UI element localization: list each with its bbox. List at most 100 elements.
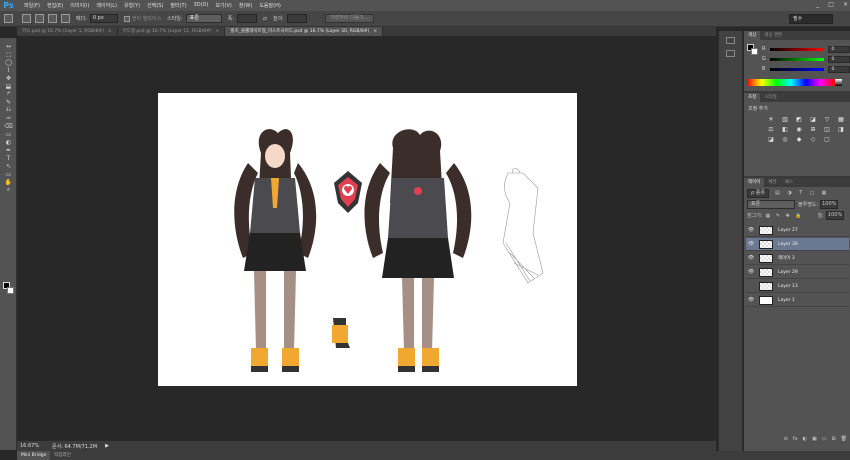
layer-filter-select[interactable]: ρ 종류 [747, 188, 769, 198]
menu-item-2[interactable]: 이미지(I) [70, 2, 89, 9]
zoom-level[interactable]: 16.67% [20, 443, 48, 449]
tool-icon-0[interactable]: ↔ [0, 42, 17, 50]
tool-icon-14[interactable]: T [0, 154, 17, 162]
height-input[interactable] [286, 14, 307, 23]
visibility-eye-icon[interactable]: 👁 [746, 255, 756, 261]
layers-footer-icon-5[interactable]: ⊞ [831, 436, 835, 445]
channel-value-input[interactable]: 0 [828, 65, 850, 73]
layers-footer-icon-2[interactable]: ◐ [803, 436, 807, 445]
adjustment-icon-12[interactable]: ◪ [765, 135, 777, 144]
layer-row[interactable]: 👁 Layer 30 [746, 238, 849, 251]
adjustment-icon-5[interactable]: ▦ [835, 115, 847, 124]
color-spectrum[interactable] [747, 79, 835, 86]
layer-row[interactable]: 👁 Layer 29 [746, 266, 849, 279]
adjust-tab-1[interactable]: 스타일 [760, 93, 780, 102]
layers-tab-1[interactable]: 채널 [764, 178, 780, 187]
tool-icon-4[interactable]: ✥ [0, 74, 17, 82]
menu-item-6[interactable]: 필터(T) [170, 2, 186, 9]
visibility-eye-icon[interactable]: 👁 [746, 227, 756, 233]
layer-row[interactable]: Layer 13 [746, 280, 849, 293]
intersect-selection-icon[interactable] [61, 14, 70, 23]
adjustment-icon-11[interactable]: ◨ [835, 125, 847, 134]
feather-input[interactable]: 0 px [89, 14, 118, 23]
tool-icon-12[interactable]: ◐ [0, 138, 17, 146]
refine-edge-button[interactable]: 가장자리 다듬기... [324, 14, 374, 23]
document-tab-0[interactable]: 카오.psd @ 16.7% (Layer 1, RGB/8#) × [17, 27, 118, 36]
document-tab-2[interactable]: 빌즈_클롤레이트형_미스트사이드.psd @ 16.7% (Layer 30, … [225, 27, 384, 36]
tool-icon-11[interactable]: ▭ [0, 130, 17, 138]
layer-row[interactable]: 👁 레이어 3 [746, 252, 849, 265]
menu-item-1[interactable]: 편집(E) [47, 2, 63, 9]
layer-name[interactable]: Layer 30 [778, 242, 798, 247]
document-canvas[interactable] [158, 93, 577, 386]
opacity-input[interactable]: 100% [820, 200, 839, 209]
tab-close-icon[interactable]: × [373, 27, 377, 36]
blend-mode-select[interactable]: 표준 [747, 200, 795, 209]
marquee-tool-preset-icon[interactable] [4, 14, 13, 23]
adjustment-icon-2[interactable]: ◩ [793, 115, 805, 124]
tool-icon-7[interactable]: ✎ [0, 98, 17, 106]
tool-icon-18[interactable]: ⌕ [0, 186, 17, 194]
tool-icon-15[interactable]: ↖ [0, 162, 17, 170]
properties-icon[interactable] [726, 50, 735, 57]
layers-footer-icon-0[interactable]: ⊝ [784, 436, 788, 445]
adjustment-icon-7[interactable]: ◧ [779, 125, 791, 134]
spectrum-bw[interactable] [835, 79, 842, 86]
menu-item-3[interactable]: 레이어(L) [96, 2, 117, 9]
menu-item-10[interactable]: 도움말(H) [259, 2, 280, 9]
adjustment-icon-16[interactable]: ▢ [821, 135, 833, 144]
layer-name[interactable]: Layer 29 [778, 270, 798, 275]
layer-name[interactable]: 레이어 3 [778, 255, 795, 261]
tool-icon-6[interactable]: ⌿ [0, 90, 17, 98]
filter-icons[interactable]: ▤ ◑ T ◻ ▦ [775, 190, 829, 196]
channel-value-input[interactable]: 0 [828, 55, 850, 63]
adjustment-icon-8[interactable]: ◉ [793, 125, 805, 134]
channel-value-input[interactable]: 0 [828, 45, 850, 53]
canvas-area[interactable] [17, 36, 717, 439]
channel-slider[interactable] [769, 57, 825, 61]
channel-slider[interactable] [769, 67, 825, 71]
document-tab-1[interactable]: 미드컬.psd @ 16.7% (Layer 11, RGB/8#) × [117, 27, 226, 36]
layer-name[interactable]: Layer 13 [778, 284, 798, 289]
visibility-eye-icon[interactable]: 👁 [746, 241, 756, 247]
adjustment-icon-6[interactable]: ⚖ [765, 125, 777, 134]
menu-item-7[interactable]: 3D(D) [194, 2, 209, 9]
menu-item-0[interactable]: 파일(F) [24, 2, 40, 9]
tab-close-icon[interactable]: × [216, 27, 220, 36]
layers-tab-2[interactable]: 패스 [781, 178, 797, 187]
layer-name[interactable]: Layer 1 [778, 298, 795, 303]
width-input[interactable] [236, 14, 257, 23]
tab-close-icon[interactable]: × [108, 27, 112, 36]
visibility-eye-icon[interactable]: 👁 [746, 269, 756, 275]
adjustment-icon-0[interactable]: ☀ [765, 115, 777, 124]
menu-item-4[interactable]: 유형(Y) [124, 2, 140, 9]
tool-icon-9[interactable]: ✑ [0, 114, 17, 122]
lock-icons[interactable]: ▦ ✎ ✥ 🔒 [766, 213, 804, 219]
tool-icon-1[interactable]: ⬚ [0, 50, 17, 58]
layer-row[interactable]: 👁 Layer 27 [746, 224, 849, 237]
layers-footer-icon-4[interactable]: ▭ [822, 436, 827, 445]
adjustment-icon-14[interactable]: ◆ [793, 135, 805, 144]
new-selection-icon[interactable] [22, 14, 31, 23]
adjustment-icon-10[interactable]: ◫ [821, 125, 833, 134]
maximize-icon[interactable]: □ [828, 1, 834, 8]
document-size[interactable]: 문서: 64.7M/71.2M [52, 443, 97, 450]
menu-item-9[interactable]: 창(W) [239, 2, 252, 9]
tool-icon-8[interactable]: ⎌ [0, 106, 17, 114]
tool-icon-16[interactable]: ▭ [0, 170, 17, 178]
adjustment-icon-1[interactable]: ▥ [779, 115, 791, 124]
bottom-tab-0[interactable]: Mini Bridge [17, 451, 51, 460]
adjustment-icon-9[interactable]: ⊞ [807, 125, 819, 134]
tool-icon-3[interactable]: ⌇ [0, 66, 17, 74]
visibility-eye-icon[interactable]: 👁 [746, 297, 756, 303]
history-icon[interactable] [726, 37, 735, 44]
fill-input[interactable]: 100% [825, 211, 845, 220]
menu-item-5[interactable]: 선택(S) [147, 2, 163, 9]
layer-row[interactable]: 👁 Layer 1 [746, 294, 849, 307]
close-icon[interactable]: × [843, 1, 848, 8]
tool-icon-2[interactable]: ◯ [0, 58, 17, 66]
status-menu-icon[interactable]: ▶ [105, 443, 109, 449]
background-color-swatch[interactable] [7, 287, 14, 294]
layers-tab-0[interactable]: 레이어 [744, 178, 765, 187]
tool-icon-10[interactable]: ⌫ [0, 122, 17, 130]
